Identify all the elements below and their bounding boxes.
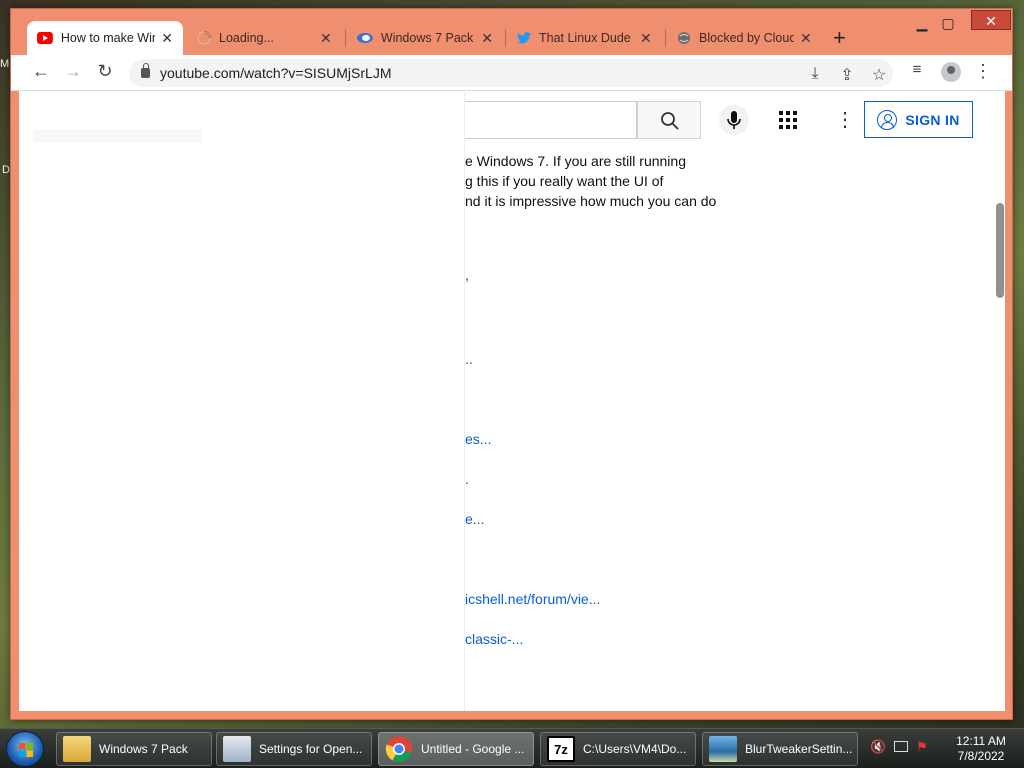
sign-in-label: SIGN IN (905, 111, 960, 128)
tab-youtube[interactable]: How to make Wir ✕ (27, 21, 183, 55)
taskbar-item-label: BlurTweakerSettin... (745, 742, 853, 756)
volume-muted-icon[interactable]: 🔇 (870, 739, 886, 755)
system-clock[interactable]: 12:11 AM 7/8/2022 (950, 734, 1012, 764)
more-options-icon[interactable]: ⋮ (835, 107, 855, 132)
tab-title: Loading... (219, 31, 274, 45)
desktop-label-top: M (0, 58, 10, 70)
maximize-icon[interactable]: ▢ (933, 15, 963, 32)
7zip-icon: 7z (547, 736, 575, 762)
globe-icon (678, 32, 690, 44)
back-arrow-icon[interactable]: ← (29, 61, 53, 82)
taskbar-item-chrome[interactable]: Untitled - Google ... (378, 732, 534, 766)
start-button[interactable] (6, 731, 44, 767)
account-icon (877, 109, 898, 130)
network-icon[interactable] (894, 741, 908, 752)
description-link[interactable]: . (465, 471, 469, 487)
browser-toolbar: ← → ↻ youtube.com/watch?v=SISUMjSrLJM ⤓ … (11, 55, 1012, 91)
tab-title: Windows 7 Pack (380, 31, 474, 45)
unrendered-video-area (19, 91, 465, 711)
share-icon[interactable]: ⇪ (835, 65, 859, 85)
description-link[interactable]: .. (465, 351, 473, 367)
youtube-icon (37, 32, 53, 44)
tab-linux-dude[interactable]: That Linux Dude ✕ (507, 21, 663, 55)
desktop-label-mid: D (2, 164, 10, 176)
description-fragment: , (465, 267, 469, 283)
install-app-icon[interactable]: ⤓ (803, 65, 827, 83)
url-text: youtube.com/watch?v=SISUMjSrLJM (160, 65, 392, 81)
search-icon (661, 112, 679, 130)
taskbar-item-label: Settings for Open... (259, 742, 363, 756)
clock-time: 12:11 AM (956, 734, 1006, 748)
taskbar: Windows 7 Pack Settings for Open... Unti… (0, 728, 1024, 768)
taskbar-item-label: Untitled - Google ... (421, 742, 525, 756)
profile-avatar[interactable] (941, 62, 961, 82)
description-line: e Windows 7. If you are still running (465, 153, 686, 169)
chrome-icon (385, 736, 412, 763)
taskbar-item-windows7pack[interactable]: Windows 7 Pack (56, 732, 212, 766)
search-button[interactable] (637, 101, 701, 139)
description-line: nd it is impressive how much you can do (465, 193, 717, 209)
tab-loading[interactable]: Loading... ✕ (187, 21, 343, 55)
page-scrollbar-thumb[interactable] (996, 203, 1004, 298)
tab-title: How to make Wir (60, 31, 156, 45)
chrome-menu-icon[interactable]: ⋮ (971, 61, 995, 82)
bookmark-star-icon[interactable]: ☆ (867, 65, 891, 85)
page-content: ⋮ SIGN IN e Windows 7. If you are still … (19, 91, 1005, 711)
taskbar-item-settings[interactable]: Settings for Open... (216, 732, 372, 766)
loading-spinner-icon (197, 31, 211, 45)
browser-window: How to make Wir ✕ Loading... ✕ Windows 7… (10, 8, 1013, 720)
tab-title: That Linux Dude (539, 31, 631, 45)
search-input[interactable] (465, 101, 637, 139)
taskbar-item-blurtweaker[interactable]: BlurTweakerSettin... (702, 732, 858, 766)
tab-windows7pack[interactable]: Windows 7 Pack ✕ (347, 21, 503, 55)
youtube-header: ⋮ SIGN IN (465, 91, 1005, 147)
description-link[interactable]: icshell.net/forum/vie... (465, 591, 600, 607)
microphone-icon (727, 111, 741, 129)
reading-list-icon[interactable]: ≡ (905, 61, 929, 78)
taskbar-item-label: C:\Users\VM4\Do... (583, 742, 687, 756)
blurtweaker-icon (709, 736, 737, 762)
video-description: e Windows 7. If you are still running g … (465, 151, 765, 211)
windows-pack-icon (357, 33, 373, 43)
close-tab-icon[interactable]: ✕ (481, 30, 493, 47)
close-tab-icon[interactable]: ✕ (800, 30, 812, 47)
taskbar-item-label: Windows 7 Pack (99, 742, 188, 756)
twitter-icon (517, 32, 531, 44)
clock-date: 7/8/2022 (957, 749, 1005, 763)
close-tab-icon[interactable]: ✕ (640, 30, 652, 47)
lock-icon (141, 63, 150, 78)
tab-strip: How to make Wir ✕ Loading... ✕ Windows 7… (11, 9, 1012, 55)
close-tab-icon[interactable]: ✕ (161, 30, 173, 47)
description-link[interactable]: es... (465, 431, 491, 447)
window-close-icon[interactable]: ✕ (971, 10, 1011, 30)
system-tray: 🔇 ⚑ (870, 739, 932, 755)
description-link[interactable]: classic-... (465, 631, 523, 647)
sign-in-button[interactable]: SIGN IN (864, 101, 973, 138)
windows-logo-icon (19, 743, 33, 757)
taskbar-item-7zip[interactable]: 7z C:\Users\VM4\Do... (540, 732, 696, 766)
description-link[interactable]: e... (465, 511, 484, 527)
close-tab-icon[interactable]: ✕ (320, 30, 332, 47)
forward-arrow-icon[interactable]: → (61, 61, 85, 82)
settings-window-icon (223, 736, 251, 762)
tab-blocked[interactable]: Blocked by Cloud ✕ (667, 21, 823, 55)
address-bar[interactable]: youtube.com/watch?v=SISUMjSrLJM ⤓ ⇪ ☆ (129, 59, 893, 87)
action-center-flag-icon[interactable]: ⚑ (916, 739, 932, 755)
folder-icon (63, 736, 91, 762)
tab-title: Blocked by Cloud (699, 31, 794, 45)
apps-grid-icon[interactable] (779, 111, 797, 134)
new-tab-icon[interactable]: + (833, 25, 846, 51)
reload-icon[interactable]: ↻ (93, 61, 117, 82)
description-line: g this if you really want the UI of (465, 173, 664, 189)
microphone-button[interactable] (719, 105, 749, 135)
